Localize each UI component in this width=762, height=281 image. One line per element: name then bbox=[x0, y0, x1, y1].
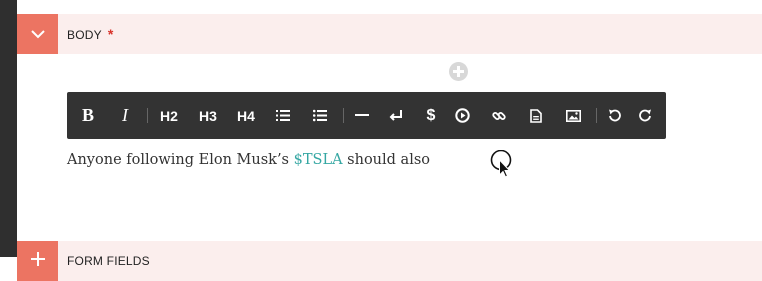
ordered-list-button[interactable] bbox=[268, 92, 298, 139]
media-button[interactable] bbox=[447, 92, 477, 139]
image-icon bbox=[565, 109, 581, 122]
bullet-list-button[interactable] bbox=[305, 92, 335, 139]
mouse-cursor-icon bbox=[490, 150, 512, 178]
plus-circle-icon bbox=[453, 66, 464, 77]
line-break-button[interactable] bbox=[381, 92, 411, 139]
plus-icon bbox=[30, 252, 45, 266]
h3-button[interactable]: H3 bbox=[193, 92, 223, 139]
undo-icon bbox=[608, 109, 621, 122]
image-button[interactable] bbox=[558, 92, 588, 139]
collapse-toggle-button[interactable] bbox=[17, 14, 58, 54]
content-text-before: Anyone following Elon Musk’s bbox=[67, 152, 294, 168]
chevron-down-icon bbox=[30, 30, 45, 39]
undo-button[interactable] bbox=[599, 92, 629, 139]
editor-content[interactable]: Anyone following Elon Musk’s $TSLA shoul… bbox=[67, 150, 430, 170]
toolbar-separator bbox=[596, 108, 597, 123]
expand-toggle-button[interactable] bbox=[17, 241, 58, 281]
italic-button[interactable]: I bbox=[110, 92, 140, 139]
play-circle-icon bbox=[454, 108, 470, 123]
horizontal-rule-icon bbox=[355, 114, 369, 116]
redo-icon bbox=[638, 109, 651, 122]
section-title-text: FORM FIELDS bbox=[67, 254, 150, 268]
form-fields-section-header[interactable]: FORM FIELDS bbox=[17, 241, 762, 281]
bold-button[interactable]: B bbox=[73, 92, 103, 139]
link-icon bbox=[492, 111, 506, 120]
link-button[interactable] bbox=[484, 92, 514, 139]
line-break-icon bbox=[389, 109, 402, 121]
left-rail bbox=[0, 0, 17, 257]
redo-button[interactable] bbox=[630, 92, 660, 139]
horizontal-rule-button[interactable] bbox=[347, 92, 377, 139]
editor-toolbar: B I H2 H3 H4 $ bbox=[67, 92, 666, 139]
section-title: BODY * bbox=[67, 14, 113, 54]
bullet-list-icon bbox=[313, 109, 327, 122]
add-block-button[interactable] bbox=[449, 62, 468, 81]
document-button[interactable] bbox=[521, 92, 551, 139]
body-section-header[interactable]: BODY * bbox=[17, 14, 762, 54]
ticker-link[interactable]: $TSLA bbox=[294, 152, 343, 168]
h4-button[interactable]: H4 bbox=[231, 92, 261, 139]
section-title-text: BODY bbox=[67, 28, 102, 42]
h2-button[interactable]: H2 bbox=[154, 92, 184, 139]
document-icon bbox=[530, 108, 542, 123]
section-title: FORM FIELDS bbox=[67, 241, 150, 281]
required-mark: * bbox=[107, 26, 114, 42]
toolbar-separator bbox=[147, 108, 148, 123]
toolbar-separator bbox=[343, 108, 344, 123]
content-text-after: should also bbox=[342, 152, 431, 168]
dollar-button[interactable]: $ bbox=[416, 92, 446, 139]
ordered-list-icon bbox=[276, 110, 290, 121]
